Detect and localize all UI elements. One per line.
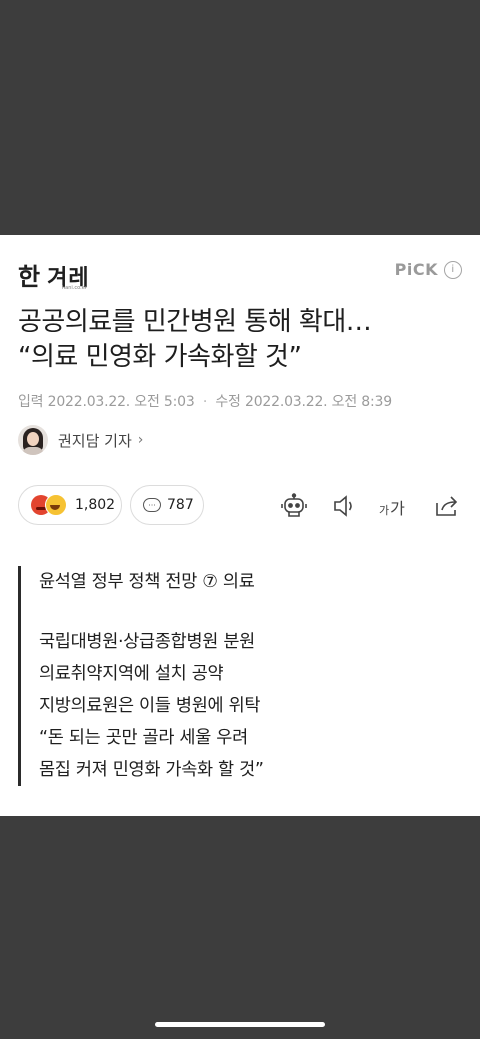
avatar xyxy=(18,425,48,455)
summary-line-6: 몸집 커져 민영화 가속화 할 것” xyxy=(39,760,264,780)
press-logo[interactable]: 한 겨레 hani.co.kr xyxy=(18,257,90,292)
date-separator: · xyxy=(202,394,208,410)
pick-badge[interactable]: PiCK i xyxy=(395,260,462,279)
reaction-button[interactable]: 1,802 xyxy=(18,485,122,525)
edit-label: 수정 xyxy=(215,394,241,410)
input-label: 입력 xyxy=(18,394,44,410)
summary-line-4: 지방의료원은 이들 병원에 위탁 xyxy=(39,696,261,716)
comment-button[interactable]: ··· 787 xyxy=(130,485,204,525)
font-large-glyph: 가 xyxy=(390,499,405,518)
comment-count: 787 xyxy=(167,497,194,513)
font-small-glyph: 가 xyxy=(379,504,390,517)
summary-line-2: 국립대병원·상급종합병원 분원 xyxy=(39,632,255,652)
share-icon[interactable] xyxy=(434,493,460,519)
robot-summary-icon[interactable] xyxy=(280,493,308,521)
article-header: 한 겨레 hani.co.kr PiCK i xyxy=(18,257,462,291)
title-line-2: “의료 민영화 가속화할 것” xyxy=(18,342,302,372)
article-sheet: 한 겨레 hani.co.kr PiCK i 공공의료를 민간병원 통해 확대…… xyxy=(0,235,480,816)
article-dates: 입력 2022.03.22. 오전 5:03 · 수정 2022.03.22. … xyxy=(18,391,392,411)
comment-icon: ··· xyxy=(143,498,161,512)
chevron-right-icon: › xyxy=(137,432,144,448)
home-indicator[interactable] xyxy=(155,1022,325,1027)
logo-han: 한 xyxy=(18,263,42,291)
speaker-icon[interactable] xyxy=(331,493,357,519)
laugh-emoji-icon xyxy=(45,494,67,516)
summary-blockquote: 윤석열 정부 정책 전망 ⑦ 의료 국립대병원·상급종합병원 분원 의료취약지역… xyxy=(18,566,458,786)
summary-line-3: 의료취약지역에 설치 공약 xyxy=(39,664,224,684)
info-icon[interactable]: i xyxy=(444,260,462,279)
font-size-icon[interactable]: 가가 xyxy=(379,495,405,519)
pick-label: PiCK xyxy=(394,260,438,279)
summary-line-1: 윤석열 정부 정책 전망 ⑦ 의료 xyxy=(39,572,255,592)
logo-domain: hani.co.kr xyxy=(62,285,87,291)
author-name: 권지담 기자 xyxy=(58,431,132,450)
article-title: 공공의료를 민간병원 통해 확대… “의료 민영화 가속화할 것” xyxy=(18,305,468,375)
title-line-1: 공공의료를 민간병원 통해 확대… xyxy=(18,307,372,337)
reaction-count: 1,802 xyxy=(75,497,116,513)
summary-line-5: “돈 되는 곳만 골라 세울 우려 xyxy=(39,728,248,748)
action-bar: 1,802 ··· 787 가가 xyxy=(18,485,462,529)
edit-date: 2022.03.22. 오전 8:39 xyxy=(245,394,392,410)
author-link[interactable]: 권지담 기자 › xyxy=(18,425,143,455)
input-date: 2022.03.22. 오전 5:03 xyxy=(47,394,195,410)
